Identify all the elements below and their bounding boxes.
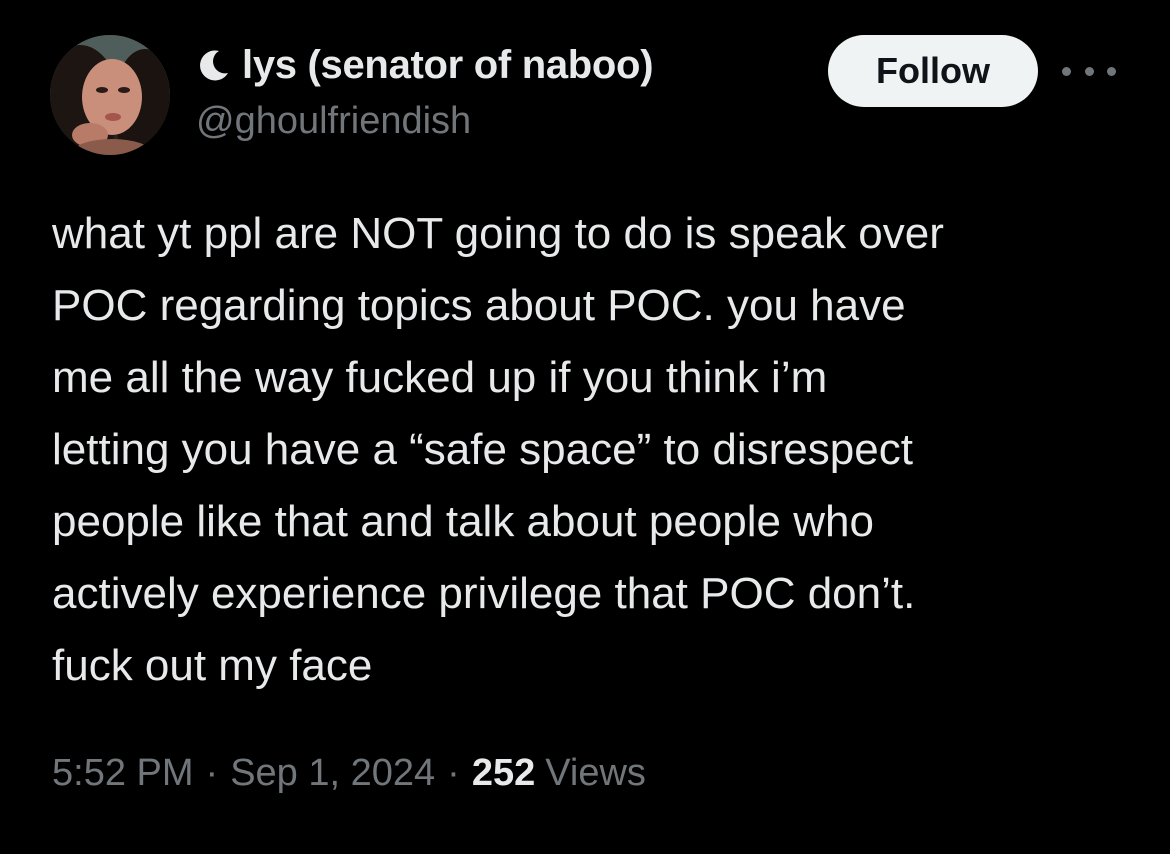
author-name-row[interactable]: lys (senator of naboo) (196, 40, 654, 90)
meta-separator: · (205, 752, 219, 794)
more-options-icon[interactable] (1062, 56, 1116, 86)
avatar-image (50, 35, 170, 155)
tweet-card: lys (senator of naboo) @ghoulfriendish F… (0, 0, 1170, 854)
tweet-date[interactable]: Sep 1, 2024 (230, 752, 435, 795)
tweet-text-line: POC regarding topics about POC. you have (52, 281, 906, 330)
author-handle[interactable]: @ghoulfriendish (196, 100, 471, 143)
tweet-text-line: fuck out my face (52, 641, 373, 690)
views-label: Views (545, 752, 646, 794)
crescent-moon-icon (196, 47, 232, 83)
tweet-text-line: me all the way fucked up if you think i’… (52, 353, 828, 402)
meta-separator: · (447, 752, 460, 794)
follow-button[interactable]: Follow (828, 35, 1038, 107)
more-dot (1084, 66, 1094, 76)
tweet-text-line: people like that and talk about people w… (52, 497, 874, 546)
tweet-meta: 5:52 PM · Sep 1, 2024 · 252 Views (52, 752, 646, 795)
more-dot (1107, 66, 1116, 76)
avatar[interactable] (50, 35, 170, 155)
tweet-text: what yt ppl are NOT going to do is speak… (52, 198, 1132, 702)
tweet-text-line: letting you have a “safe space” to disre… (52, 425, 913, 474)
tweet-text-line: actively experience privilege that POC d… (52, 569, 916, 618)
author-display-name[interactable]: lys (senator of naboo) (242, 43, 654, 88)
more-dot (1062, 66, 1071, 76)
tweet-time[interactable]: 5:52 PM (52, 752, 194, 795)
views-count: 252 (471, 752, 536, 794)
tweet-text-line: what yt ppl are NOT going to do is speak… (52, 209, 944, 258)
